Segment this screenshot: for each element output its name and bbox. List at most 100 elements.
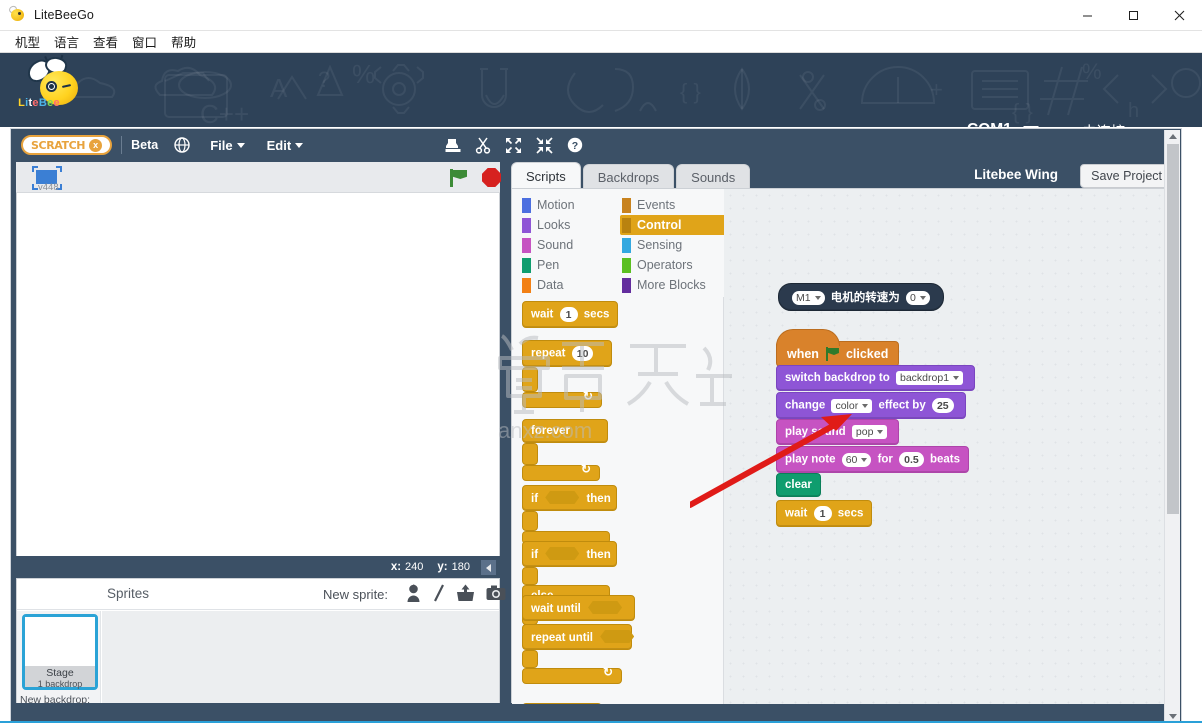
paint-new-sprite-icon[interactable] <box>433 584 445 602</box>
block-label: change <box>785 399 826 412</box>
category-sound[interactable]: Sound <box>520 235 620 255</box>
globe-icon[interactable] <box>174 137 190 153</box>
menu-window[interactable]: 窗口 <box>125 30 164 53</box>
block-label: effect by <box>878 399 926 412</box>
block-label: 电机的转速为 <box>830 290 900 304</box>
palette-wait-until-block[interactable]: wait until <box>522 595 636 621</box>
boolean-slot[interactable] <box>545 547 580 560</box>
new-sprite-icons <box>405 584 506 602</box>
category-operators[interactable]: Operators <box>620 255 726 275</box>
scratch-logo[interactable]: SCRATCH x <box>21 135 113 155</box>
script-canvas[interactable]: M1 电机的转速为 0 when clicked switch backdrop… <box>724 189 1178 704</box>
chevron-down-icon <box>862 403 869 408</box>
menu-model[interactable]: 机型 <box>8 30 47 53</box>
tab-backdrops[interactable]: Backdrops <box>582 164 675 189</box>
category-events[interactable]: Events <box>620 195 726 215</box>
hat-body: when clicked <box>776 329 900 367</box>
scratch-logo-badge: x <box>89 138 103 152</box>
play-sound-block[interactable]: play sound pop <box>776 419 900 445</box>
boolean-slot[interactable] <box>588 601 623 614</box>
sprite-area[interactable] <box>102 611 499 703</box>
svg-text:{ }: { } <box>680 79 701 104</box>
backdrop-dropdown[interactable]: backdrop1 <box>896 371 964 385</box>
green-flag-icon[interactable] <box>448 168 468 188</box>
svg-text:?: ? <box>572 140 578 152</box>
stage-canvas[interactable] <box>16 193 500 556</box>
block-number-input[interactable]: 10 <box>571 346 594 361</box>
when-flag-clicked-block[interactable]: when clicked <box>776 329 900 367</box>
maximize-button[interactable] <box>1110 0 1156 31</box>
category-swatch <box>622 277 631 293</box>
toolbar-tool-icons: ? <box>445 129 583 161</box>
block-number-input[interactable]: 0.5 <box>899 452 924 467</box>
category-label: Sensing <box>637 238 683 252</box>
close-button[interactable] <box>1156 0 1202 31</box>
palette-if-then-block[interactable]: if then <box>522 485 617 544</box>
connection-status-selector[interactable]: 未连接 <box>1082 121 1153 127</box>
tab-sounds[interactable]: Sounds <box>676 164 751 189</box>
category-sensing[interactable]: Sensing <box>620 235 726 255</box>
switch-backdrop-block[interactable]: switch backdrop to backdrop1 <box>776 365 976 391</box>
scrollbar-thumb[interactable] <box>1167 144 1179 514</box>
category-pen[interactable]: Pen <box>520 255 620 275</box>
sprites-panel: Sprites New sprite: Stage 1 backdrop New… <box>16 578 506 706</box>
sound-dropdown[interactable]: pop <box>851 425 888 439</box>
stage-panel: v448 x: 240 y: 180 Sprites New sprite: S… <box>16 162 506 706</box>
category-swatch <box>522 237 531 253</box>
svg-text:%: % <box>352 59 375 89</box>
block-number-input[interactable]: 1 <box>559 307 578 322</box>
com-port-selector[interactable]: COM1 <box>967 121 1039 127</box>
block-palette[interactable]: wait 1 secs repeat 10 ↻ forever ↻ if the… <box>512 297 724 704</box>
block-label: clear <box>785 479 812 491</box>
motor-speed-dropdown[interactable]: 0 <box>906 291 930 305</box>
app-scrollbar[interactable] <box>1164 130 1180 723</box>
motor-speed-block[interactable]: M1 电机的转速为 0 <box>778 283 944 311</box>
play-note-block[interactable]: play note 60 for 0.5 beats <box>776 446 969 473</box>
boolean-slot[interactable] <box>545 491 580 504</box>
palette-repeat-until-block[interactable]: repeat until ↻ <box>522 624 635 684</box>
file-menu[interactable]: File <box>210 138 245 153</box>
menu-language[interactable]: 语言 <box>47 30 86 53</box>
grow-icon[interactable] <box>505 137 522 154</box>
stage-thumbnail[interactable]: Stage 1 backdrop <box>22 614 98 690</box>
change-effect-block[interactable]: change color effect by 25 <box>776 392 966 419</box>
category-looks[interactable]: Looks <box>520 215 620 235</box>
wait-secs-block[interactable]: wait 1 secs <box>776 500 873 527</box>
boolean-slot[interactable] <box>600 630 635 643</box>
block-number-input[interactable]: 1 <box>813 506 832 521</box>
scroll-up-arrow-icon[interactable] <box>1169 134 1177 139</box>
app-bee-icon <box>7 4 27 24</box>
save-project-button[interactable]: Save Project <box>1080 164 1173 188</box>
edit-menu[interactable]: Edit <box>267 138 304 153</box>
palette-wait-secs-block[interactable]: wait 1 secs <box>522 301 619 328</box>
palette-forever-block[interactable]: forever ↻ <box>522 419 608 481</box>
minimize-button[interactable] <box>1064 0 1110 31</box>
scissors-icon[interactable] <box>475 137 491 154</box>
stamp-icon[interactable] <box>445 137 461 154</box>
block-number-input[interactable]: 25 <box>931 398 954 413</box>
sprite-library-icon[interactable] <box>405 584 422 602</box>
scroll-down-arrow-icon[interactable] <box>1169 714 1177 719</box>
tab-scripts[interactable]: Scripts <box>511 162 581 189</box>
upload-sprite-icon[interactable] <box>456 584 475 602</box>
camera-sprite-icon[interactable] <box>486 584 506 602</box>
category-label: Sound <box>537 238 574 252</box>
palette-stop-block[interactable]: stop all <box>522 703 602 704</box>
clear-block[interactable]: clear <box>776 473 821 497</box>
shrink-icon[interactable] <box>536 136 553 154</box>
collapse-stage-button[interactable] <box>481 560 496 575</box>
category-more-blocks[interactable]: More Blocks <box>620 275 726 295</box>
help-icon[interactable]: ? <box>567 137 583 153</box>
effect-dropdown[interactable]: color <box>831 398 873 413</box>
category-motion[interactable]: Motion <box>520 195 620 215</box>
palette-repeat-block[interactable]: repeat 10 ↻ <box>522 340 612 408</box>
menu-view[interactable]: 查看 <box>86 30 125 53</box>
stage-thumb-subtitle: 1 backdrop <box>37 679 83 689</box>
motor-id-dropdown[interactable]: M1 <box>792 291 825 305</box>
beta-label: Beta <box>131 138 159 152</box>
category-control[interactable]: Control <box>620 215 726 235</box>
menu-help[interactable]: 帮助 <box>164 30 203 53</box>
note-dropdown[interactable]: 60 <box>841 452 872 467</box>
category-data[interactable]: Data <box>520 275 620 295</box>
stop-icon[interactable] <box>482 168 501 187</box>
